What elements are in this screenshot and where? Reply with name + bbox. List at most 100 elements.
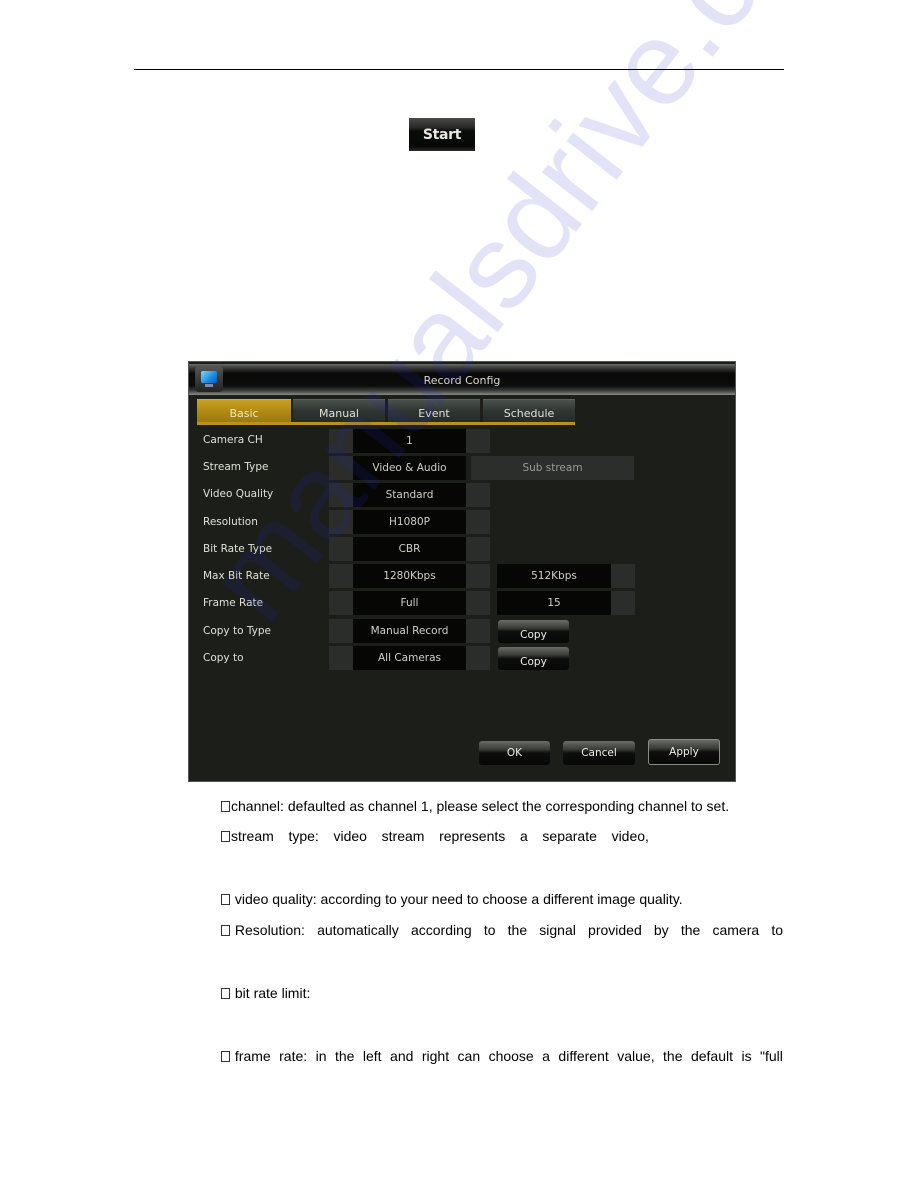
bullet-box-icon [221, 801, 230, 812]
paragraph-word: a [542, 1048, 550, 1064]
copy-to-type-label: Copy to Type [203, 625, 271, 637]
bullet-box-icon [221, 925, 230, 936]
paragraph-word: separate [542, 828, 597, 844]
paragraph-word: camera [712, 922, 760, 938]
paragraph-word: stream [381, 828, 425, 844]
header-rule [134, 69, 784, 70]
paragraph-word: can [457, 1048, 481, 1064]
paragraph-word: right [421, 1048, 450, 1064]
bullet-box-icon [221, 831, 230, 842]
resolution-select[interactable]: H1080P [353, 510, 466, 534]
sub-max-bit-rate-next[interactable] [611, 564, 635, 588]
copy-to-type-next[interactable] [466, 619, 490, 643]
frame-rate-prev[interactable] [329, 591, 353, 615]
bullet-box-icon [221, 894, 230, 905]
paragraph-word: stream [221, 828, 274, 844]
paragraph-word: automatically [317, 922, 399, 938]
paragraph-word: is [741, 1048, 752, 1064]
apply-button[interactable]: Apply [648, 739, 720, 765]
resolution-prev[interactable] [329, 510, 353, 534]
frame-rate-label: Frame Rate [203, 597, 264, 609]
paragraph-word: left [362, 1048, 382, 1064]
paragraph-word: choose [488, 1048, 534, 1064]
paragraph-frame-rate: frame rate: in the left and right can choose a dif… [221, 1048, 783, 1064]
frame-rate-select[interactable]: Full [353, 591, 466, 615]
paragraph-word: in [315, 1048, 327, 1064]
camera-ch-prev[interactable] [329, 429, 353, 453]
record-config-dialog: Record Config Basic Manual Event Schedul… [188, 361, 736, 782]
video-quality-select[interactable]: Standard [353, 483, 466, 507]
tab-event[interactable]: Event [388, 399, 480, 422]
cancel-button[interactable]: Cancel [563, 741, 635, 765]
paragraph-word: and [390, 1048, 414, 1064]
tab-manual[interactable]: Manual [293, 399, 385, 422]
copy-to-type-prev[interactable] [329, 619, 353, 643]
paragraph-word: default [690, 1048, 733, 1064]
paragraph-word: a [519, 828, 528, 844]
stream-type-prev[interactable] [329, 456, 353, 480]
paragraph-word: the [663, 1048, 683, 1064]
paragraph-word: type: [288, 828, 319, 844]
paragraph-word: frame [221, 1048, 271, 1064]
bit-rate-type-next[interactable] [466, 537, 490, 561]
paragraph-word: by [653, 922, 669, 938]
paragraph-word: rate: [279, 1048, 308, 1064]
paragraph-word: the [680, 922, 701, 938]
copy-to-select[interactable]: All Cameras [353, 646, 466, 670]
ok-button[interactable]: OK [479, 741, 550, 765]
sub-stream-label: Sub stream [471, 456, 634, 480]
max-bit-rate-next[interactable] [466, 564, 490, 588]
paragraph-word: channel: defaulted as channel 1, please … [221, 798, 729, 814]
copy-type-button[interactable]: Copy [498, 620, 569, 643]
paragraph-word: value, [617, 1048, 655, 1064]
copy-to-type-select[interactable]: Manual Record [353, 619, 466, 643]
stream-type-label: Stream Type [203, 461, 269, 473]
paragraph-word: bit rate limit: [221, 985, 310, 1001]
camera-ch-select[interactable]: 1 [353, 429, 466, 453]
camera-ch-next[interactable] [466, 429, 490, 453]
paragraph-bit-rate-limit: bit rate limit: [221, 985, 783, 1001]
paragraph-word: "full [760, 1048, 783, 1064]
sub-frame-rate-select[interactable]: 15 [497, 591, 611, 615]
paragraph-channel: channel: defaulted as channel 1, please … [221, 798, 783, 814]
paragraph-word: signal [539, 922, 576, 938]
paragraph-word: Resolution: [221, 922, 305, 938]
copy-to-label: Copy to [203, 652, 244, 664]
bit-rate-type-select[interactable]: CBR [353, 537, 466, 561]
resolution-label: Resolution [203, 516, 258, 528]
paragraph-video-quality: video quality: according to your need to… [221, 891, 783, 907]
paragraph-resolution: Resolution: automatically according to the si… [221, 922, 783, 938]
tab-basic[interactable]: Basic [197, 399, 291, 422]
dialog-title: Record Config [423, 374, 501, 387]
paragraph-word: different [558, 1048, 609, 1064]
video-quality-prev[interactable] [329, 483, 353, 507]
copy-to-next[interactable] [466, 646, 490, 670]
copy-to-prev[interactable] [329, 646, 353, 670]
paragraph-word: the [334, 1048, 355, 1064]
paragraph-word: represents [439, 828, 506, 844]
copy-to-button[interactable]: Copy [498, 647, 569, 670]
max-bit-rate-select[interactable]: 1280Kbps [353, 564, 466, 588]
sub-frame-rate-next[interactable] [611, 591, 635, 615]
bit-rate-type-prev[interactable] [329, 537, 353, 561]
tab-schedule[interactable]: Schedule [483, 399, 575, 422]
max-bit-rate-prev[interactable] [329, 564, 353, 588]
paragraph-word: to [771, 922, 783, 938]
video-quality-label: Video Quality [203, 488, 274, 500]
bit-rate-type-label: Bit Rate Type [203, 543, 273, 555]
title-bar: Record Config [189, 364, 735, 395]
video-quality-next[interactable] [466, 483, 490, 507]
frame-rate-next[interactable] [466, 591, 490, 615]
sub-max-bit-rate-select[interactable]: 512Kbps [497, 564, 611, 588]
bullet-box-icon [221, 1051, 230, 1062]
paragraph-word: to [483, 922, 496, 938]
tab-underline [197, 422, 575, 425]
stream-type-select[interactable]: Video & Audio [353, 456, 466, 480]
paragraph-word: video quality: according to your need to… [221, 891, 683, 907]
resolution-next[interactable] [466, 510, 490, 534]
start-button[interactable]: Start [409, 118, 475, 151]
camera-ch-label: Camera CH [203, 434, 263, 446]
paragraph-word: video [333, 828, 367, 844]
paragraph-word: provided [588, 922, 642, 938]
paragraph-word: according [410, 922, 472, 938]
